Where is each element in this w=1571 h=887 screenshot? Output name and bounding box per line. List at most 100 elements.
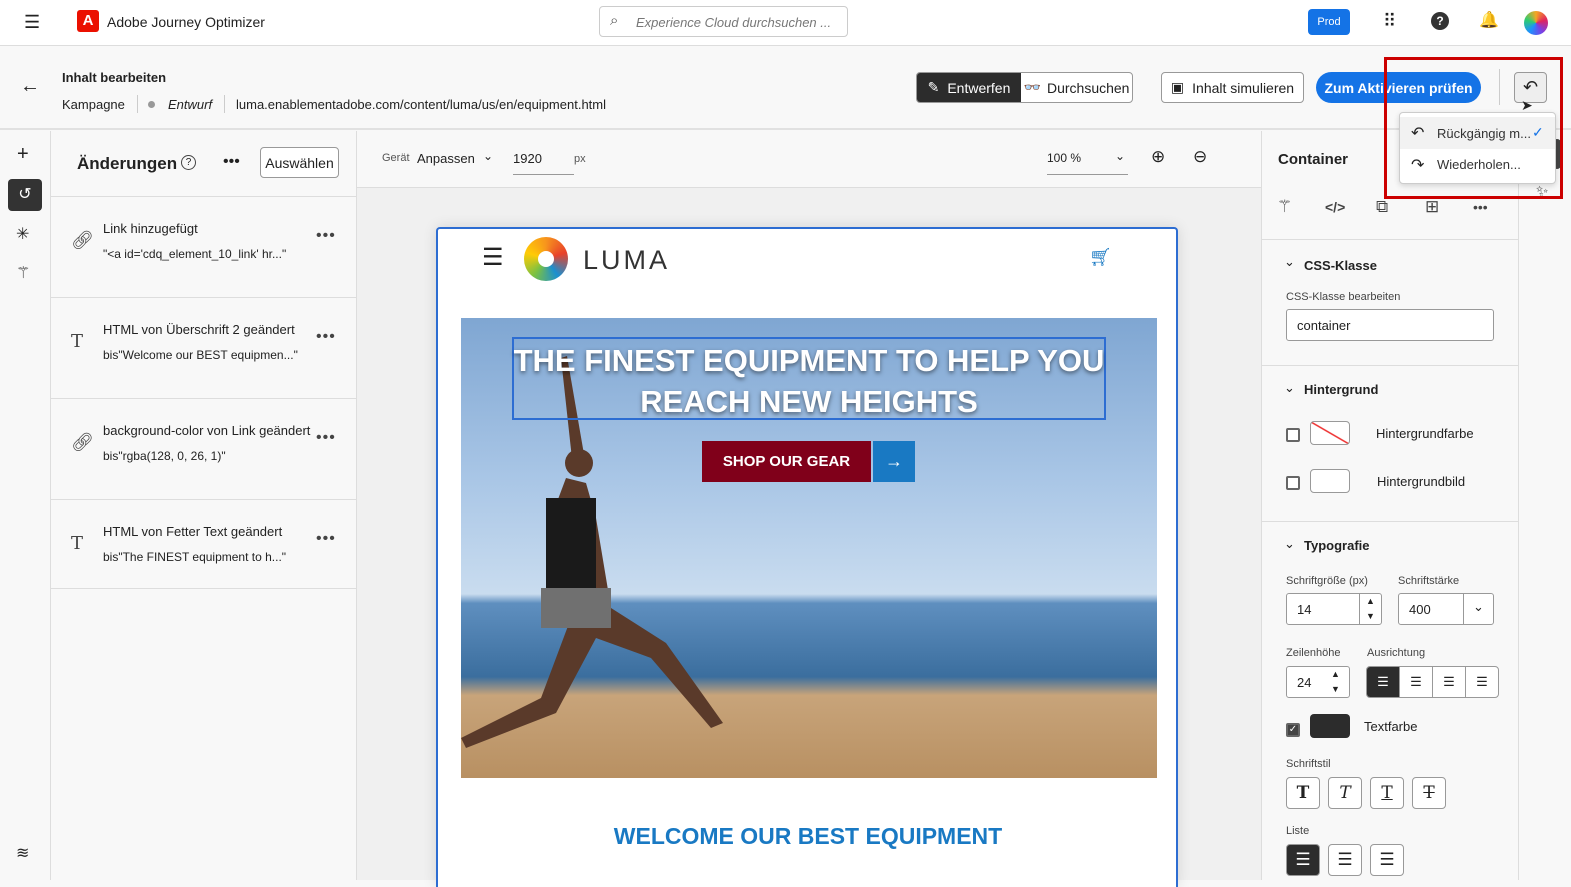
page-title: Inhalt bearbeiten (62, 70, 167, 85)
bullet-list-icon[interactable]: ☰ (1286, 844, 1320, 876)
background-color-swatch[interactable] (1310, 421, 1350, 445)
simulate-icon: ▣ (1170, 79, 1185, 95)
list-item[interactable]: T HTML von Fetter Text geändert bis"The FI… (51, 500, 356, 589)
chevron-down-icon: ⌄ (1463, 594, 1493, 624)
background-image-checkbox[interactable] (1286, 476, 1300, 490)
welcome-heading: WELCOME OUR BEST EQUIPMENT (613, 823, 1003, 849)
device-select[interactable]: Anpassen (417, 151, 475, 166)
status-badge: Entwurf (168, 97, 213, 112)
strikethrough-icon[interactable]: T (1412, 777, 1446, 809)
text-color-swatch[interactable] (1310, 714, 1350, 738)
font-size-stepper[interactable]: 14 ▲ ▼ (1286, 593, 1382, 625)
select-button[interactable]: Auswählen (260, 147, 339, 178)
hero-title: THE FINEST EQUIPMENT TO HELP YOU REACH N… (513, 343, 1105, 419)
zoom-select[interactable]: 100 % ⌄ (1047, 145, 1128, 175)
hamburger-icon[interactable]: ☰ (482, 243, 504, 272)
chevron-down-icon[interactable]: ⌄ (1284, 254, 1295, 270)
env-badge[interactable]: Prod (1308, 9, 1350, 35)
code-icon[interactable]: </> (1325, 199, 1345, 215)
text-icon: T (71, 533, 84, 554)
more-icon[interactable]: ••• (316, 328, 336, 346)
help-icon[interactable]: ? (1431, 12, 1449, 30)
background-image-swatch[interactable] (1310, 469, 1350, 493)
search-input[interactable]: ⌕ Experience Cloud durchsuchen ... (599, 6, 848, 37)
background-color-checkbox[interactable] (1286, 428, 1300, 442)
css-class-section: ⌄ CSS-Klasse CSS-Klasse bearbeiten conta… (1262, 239, 1518, 365)
align-justify-icon[interactable]: ☰ (1465, 667, 1498, 697)
top-bar: ☰ A Adobe Journey Optimizer ⌕ Experience… (0, 0, 1571, 46)
chevron-down-icon[interactable]: ⌄ (483, 149, 493, 163)
layers-icon[interactable]: ≋ (16, 843, 29, 863)
mode-switch: ✎ Entwerfen 👓 Durchsuchen (916, 72, 1133, 103)
underline-icon[interactable]: T (1370, 777, 1404, 809)
status-dot-icon (148, 101, 155, 108)
chevron-down-icon[interactable]: ⌄ (1284, 380, 1295, 396)
width-input[interactable]: 1920 (513, 145, 574, 175)
shop-our-gear-button[interactable]: SHOP OUR GEAR (702, 441, 871, 482)
list-item[interactable]: 🔗︎ Link hinzugefügt "<a id='cdq_element_10… (51, 197, 356, 298)
changes-panel: Änderungen ? ••• Auswählen 🔗︎ Link hinzug… (51, 131, 357, 880)
back-arrow-icon[interactable]: ← (20, 75, 40, 98)
stepper-arrows-icon[interactable]: ▲ ▼ (1359, 594, 1375, 624)
simulate-button[interactable]: ▣ Inhalt simulieren (1161, 72, 1304, 103)
tab-browse[interactable]: 👓 Durchsuchen (1021, 73, 1132, 102)
help-icon[interactable]: ? (181, 155, 196, 170)
numbered-list-icon[interactable]: ☰ (1328, 844, 1362, 876)
text-color-checkbox[interactable]: ✓ (1286, 723, 1300, 737)
tab-design[interactable]: ✎ Entwerfen (917, 73, 1021, 102)
magic-wand-icon[interactable]: ⚚ (16, 263, 30, 283)
page-preview: ☰ LUMA 🛒︎ THE FINEST EQUIPMENT TO HELP Y… (436, 227, 1178, 887)
bell-icon[interactable]: 🔔 (1479, 10, 1499, 30)
line-height-stepper[interactable]: 24 ▲ ▼ (1286, 666, 1350, 698)
search-icon: ⌕ (610, 12, 619, 29)
arrow-right-icon[interactable]: → (873, 441, 915, 482)
hero-image: THE FINEST EQUIPMENT TO HELP YOU REACH N… (461, 318, 1157, 778)
editor-header: ← Inhalt bearbeiten Kampagne Entwurf lum… (0, 47, 1571, 130)
luma-logo-icon (524, 237, 568, 281)
align-right-icon[interactable]: ☰ (1432, 667, 1465, 697)
list-item[interactable]: T HTML von Überschrift 2 geändert bis"Welc… (51, 298, 356, 399)
bold-icon[interactable]: T (1286, 777, 1320, 809)
history-icon[interactable]: ↺ (8, 179, 42, 211)
sparkle-click-icon[interactable]: ✳ (16, 224, 29, 244)
magic-wand-icon[interactable]: ⚚ (1277, 197, 1292, 217)
more-icon[interactable]: ••• (316, 429, 336, 447)
css-class-input[interactable]: container (1286, 309, 1494, 341)
right-rail: ✨︎ (1518, 131, 1571, 880)
background-section: ⌄ Hintergrund Hintergrundfarbe Hintergru… (1262, 365, 1518, 521)
more-icon[interactable]: ••• (316, 227, 336, 245)
type-label: Kampagne (62, 97, 125, 112)
adobe-logo-icon: A (77, 10, 99, 32)
chevron-down-icon[interactable]: ⌄ (1284, 536, 1295, 552)
add-container-icon[interactable]: ⧉ (1376, 197, 1388, 217)
more-icon[interactable]: ••• (316, 530, 336, 548)
align-center-icon[interactable]: ☰ (1399, 667, 1432, 697)
apps-grid-icon[interactable]: ⠿ (1383, 11, 1396, 32)
zoom-out-icon[interactable]: ⊖ (1193, 147, 1207, 167)
properties-panel: Container ⚚ </> ⧉ ⊞ ••• ⌄ CSS-Klasse CSS… (1261, 131, 1518, 880)
menu-icon[interactable]: ☰ (24, 12, 40, 33)
panel-title: Container (1278, 151, 1349, 168)
changes-list: 🔗︎ Link hinzugefügt "<a id='cdq_element_10… (51, 197, 356, 617)
cursor-icon: ➤ (1521, 97, 1533, 113)
highlight-box (1384, 57, 1563, 199)
link-icon: 🔗︎ (71, 230, 94, 250)
more-icon[interactable]: ••• (1473, 199, 1488, 215)
more-icon[interactable]: ••• (223, 153, 240, 171)
stepper-arrows-icon[interactable]: ▲ ▼ (1331, 667, 1340, 697)
app-title: Adobe Journey Optimizer (107, 14, 265, 30)
alignment-group: ☰ ☰ ☰ ☰ (1366, 666, 1499, 698)
align-left-icon[interactable]: ☰ (1367, 667, 1399, 697)
pencil-icon: ✎ (927, 79, 940, 95)
chevron-down-icon: ⌄ (1115, 149, 1126, 163)
cart-icon[interactable]: 🛒︎ (1089, 247, 1112, 268)
font-weight-select[interactable]: 400 ⌄ (1398, 593, 1494, 625)
zoom-in-icon[interactable]: ⊕ (1151, 147, 1165, 167)
add-icon[interactable]: + (17, 143, 29, 166)
hierarchy-icon[interactable]: ⊞ (1425, 197, 1439, 217)
italic-icon[interactable]: T (1328, 777, 1362, 809)
page-url: luma.enablementadobe.com/content/luma/us… (236, 97, 606, 112)
list-item[interactable]: 🔗︎ background-color von Link geändert bis"… (51, 399, 356, 500)
indent-list-icon[interactable]: ☰ (1370, 844, 1404, 876)
avatar[interactable] (1524, 11, 1548, 35)
